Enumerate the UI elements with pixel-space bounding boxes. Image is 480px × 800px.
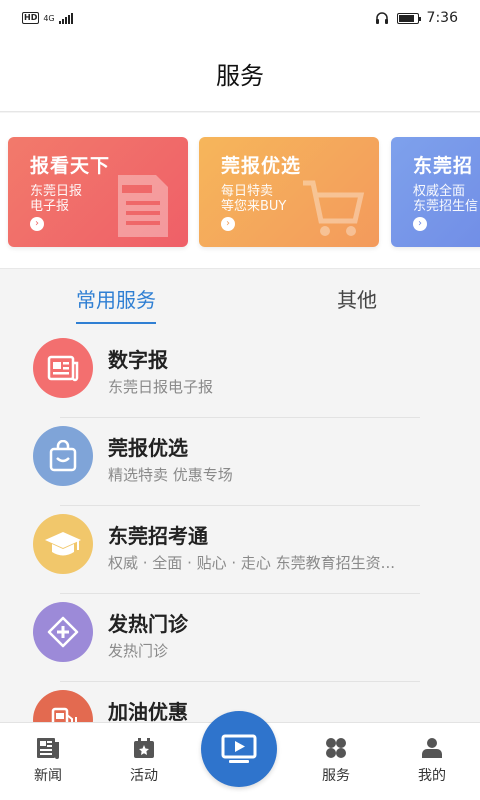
arrow-right-icon: ›	[413, 217, 427, 231]
banner-carousel[interactable]: 报看天下 东莞日报 电子报 › 莞报优选 每日特卖 等您来BUY › 东莞招 权威全…	[0, 113, 480, 269]
title-bar: 服务	[0, 36, 480, 112]
nav-news[interactable]: 新闻	[0, 723, 96, 800]
hd-indicator: HD	[22, 12, 40, 24]
status-left: HD 4G	[22, 12, 73, 24]
arrow-right-icon: ›	[30, 217, 44, 231]
clock: 7:36	[426, 10, 458, 26]
status-bar: HD 4G 7:36	[0, 0, 480, 36]
nav-label: 新闻	[34, 768, 62, 784]
service-name: 东莞招考通	[108, 524, 208, 548]
user-icon	[422, 738, 442, 758]
nav-label: 服务	[322, 768, 350, 784]
banner-news[interactable]: 报看天下 东莞日报 电子报 ›	[8, 137, 188, 247]
nav-label: 活动	[130, 768, 158, 784]
medical-cross-icon	[33, 602, 93, 662]
banner-title: 莞报优选	[221, 155, 302, 177]
list-item-mall[interactable]: 莞报优选 精选特卖 优惠专场	[0, 418, 480, 506]
nav-label: 我的	[418, 768, 446, 784]
arrow-right-icon: ›	[221, 217, 235, 231]
service-name: 发热门诊	[108, 612, 188, 636]
news-icon	[37, 738, 59, 759]
list-item-digital-paper[interactable]: 数字报 东莞日报电子报	[0, 330, 480, 418]
service-desc: 精选特卖 优惠专场	[108, 466, 233, 484]
graduation-cap-icon	[33, 514, 93, 574]
tab-other[interactable]: 其他	[337, 284, 377, 313]
status-right: 7:36	[375, 10, 458, 26]
banner-title: 东莞招	[413, 155, 474, 177]
nav-me[interactable]: 我的	[384, 723, 480, 800]
tv-play-icon	[221, 734, 257, 763]
signal-icon	[58, 12, 73, 24]
banner-exam[interactable]: 东莞招 权威全面 东莞招生信 ›	[391, 137, 480, 247]
page-title: 服务	[216, 62, 264, 90]
nav-services[interactable]: 服务	[288, 723, 384, 800]
service-desc: 东莞日报电子报	[108, 378, 214, 396]
list-item-fever-clinic[interactable]: 发热门诊 发热门诊	[0, 594, 480, 682]
battery-icon	[396, 12, 421, 24]
shopping-bag-icon	[33, 426, 93, 486]
list-item-exam[interactable]: 东莞招考通 权威 · 全面 · 贴心 · 走心 东莞教育招生资...	[0, 506, 480, 594]
service-tabs: 常用服务 其他	[0, 270, 480, 326]
banner-subtitle: 权威全面 东莞招生信	[413, 184, 479, 214]
service-name: 加油优惠	[108, 700, 188, 724]
tab-underline	[76, 322, 156, 324]
headset-icon	[375, 12, 388, 24]
network-type: 4G	[43, 13, 55, 23]
service-list: 数字报 东莞日报电子报 莞报优选 精选特卖 优惠专场 东莞招考通 权威 · 全面…	[0, 330, 480, 770]
newspaper-art-icon	[118, 175, 168, 237]
tab-common-services[interactable]: 常用服务	[76, 284, 156, 324]
shopping-cart-art-icon	[303, 180, 365, 236]
service-name: 莞报优选	[108, 436, 188, 460]
nav-activity[interactable]: 活动	[96, 723, 192, 800]
service-desc: 权威 · 全面 · 贴心 · 走心 东莞教育招生资...	[108, 554, 395, 572]
service-name: 数字报	[108, 348, 168, 372]
tv-play-button[interactable]	[201, 711, 277, 787]
service-desc: 发热门诊	[108, 642, 169, 660]
banner-mall[interactable]: 莞报优选 每日特卖 等您来BUY ›	[199, 137, 379, 247]
newspaper-icon	[33, 338, 93, 398]
calendar-star-icon	[134, 738, 154, 758]
grid-icon	[326, 738, 346, 758]
